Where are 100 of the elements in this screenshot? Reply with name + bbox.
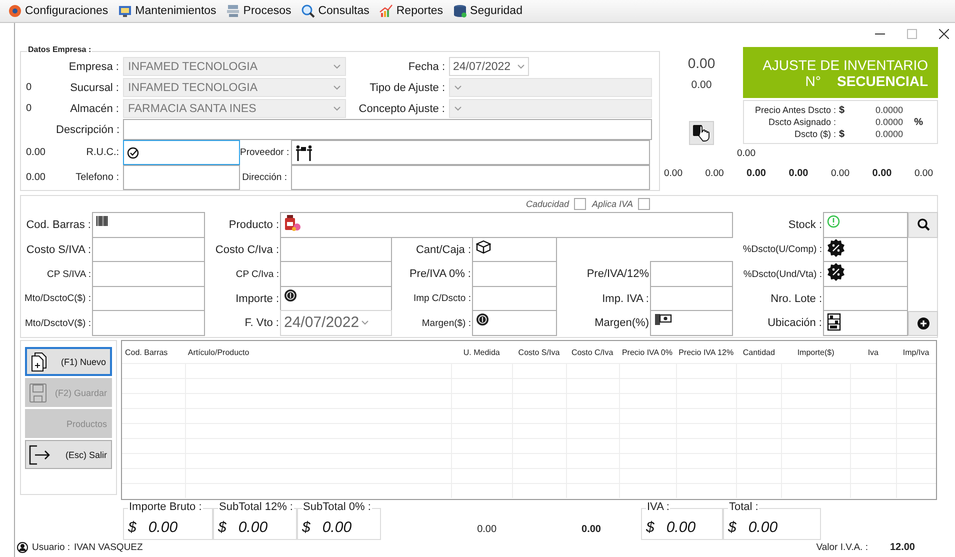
input-field[interactable] [472, 310, 557, 336]
field-label: Costo C/Iva : [214, 244, 280, 256]
input-field[interactable] [123, 140, 240, 165]
menu-item[interactable]: Reportes [379, 4, 444, 18]
input-field[interactable] [123, 165, 240, 190]
input-field[interactable] [280, 286, 392, 311]
field-label: F. Vto : [244, 317, 280, 330]
input-field[interactable] [650, 310, 733, 336]
total-value: 0.00 [705, 168, 724, 179]
menu-item[interactable]: Seguridad [453, 4, 522, 18]
add-button[interactable] [908, 311, 938, 336]
currency-symbol: $ [728, 519, 736, 536]
column-header[interactable]: Imp/Iva [896, 348, 936, 356]
number-label: N° [805, 72, 821, 88]
checkbox[interactable] [574, 198, 586, 210]
checkbox[interactable] [638, 198, 650, 210]
input-field[interactable] [823, 310, 908, 336]
input-field[interactable] [472, 286, 557, 311]
select-field[interactable] [449, 78, 652, 97]
sequence-value: SECUENCIAL [836, 72, 928, 88]
input-field[interactable] [92, 261, 205, 286]
input-field[interactable] [823, 236, 908, 262]
column-header[interactable]: Importe($) [781, 348, 850, 356]
maximize-icon[interactable] [907, 29, 917, 39]
menu-item[interactable]: Consultas [301, 4, 370, 18]
box-icon [476, 240, 491, 254]
input-field[interactable] [280, 236, 392, 262]
close-icon[interactable] [939, 29, 949, 39]
input-field[interactable] [280, 261, 392, 286]
column-header[interactable]: U. Medida [451, 348, 512, 356]
column-header[interactable]: Cod. Barras [122, 348, 185, 356]
cash-icon [654, 313, 672, 326]
total-value: 0.00 [872, 168, 892, 179]
field-label: Dirección : [241, 172, 288, 183]
barcode-icon [96, 215, 108, 227]
boxes-icon [226, 4, 240, 18]
subtotal-label: SubTotal 12% : [218, 501, 294, 513]
total-value: 0.00 [914, 168, 933, 179]
column-header[interactable]: Costo S/Iva [512, 348, 566, 356]
code-value: 0 [25, 103, 33, 114]
payment-button[interactable] [689, 121, 714, 145]
input-field[interactable] [472, 236, 557, 262]
total-value: 0.00 [831, 168, 850, 179]
column-header[interactable]: Artículo/Producto [184, 348, 452, 356]
menu-item[interactable]: Configuraciones [8, 4, 108, 18]
column-header[interactable]: Costo C/Iva [566, 348, 619, 356]
total-label: Total : [728, 501, 760, 513]
price-value: 0.0000 [874, 105, 903, 115]
total-value: 0.00 [582, 524, 601, 535]
input-field[interactable] [823, 286, 908, 311]
input-field[interactable] [823, 261, 908, 286]
exit-icon [29, 444, 51, 464]
input-field[interactable] [823, 212, 908, 238]
input-field[interactable] [92, 212, 205, 238]
total-value: 0.00 [746, 168, 766, 179]
input-field[interactable] [92, 286, 205, 311]
user-icon [17, 542, 28, 553]
total-amount: 0.00 [748, 519, 778, 536]
field-label: Telefono : [74, 172, 120, 183]
field-label: Sucursal : [69, 82, 120, 94]
input-field[interactable] [280, 212, 733, 238]
currency-symbol: $ [128, 519, 136, 536]
input-field[interactable] [291, 165, 650, 190]
field-label: Importe : [234, 292, 280, 305]
input-field[interactable] [92, 236, 205, 262]
input-field[interactable] [472, 261, 557, 286]
hand-cash-icon [692, 124, 712, 142]
amount-value: 0.00 [688, 55, 716, 71]
input-field[interactable] [650, 286, 733, 311]
select-field[interactable] [449, 99, 652, 118]
input-field[interactable] [291, 140, 650, 165]
input-field[interactable] [650, 261, 733, 286]
date-field[interactable]: 24/07/2022 [449, 57, 529, 76]
action-button[interactable]: (F1) Nuevo [25, 347, 112, 376]
column-header[interactable]: Cantidad [736, 348, 782, 356]
action-button[interactable]: (Esc) Salir [25, 440, 112, 469]
search-icon [916, 218, 930, 232]
input-field[interactable] [123, 119, 652, 140]
field-label: Descripción : [56, 124, 121, 136]
menu-item[interactable]: Procesos [226, 4, 292, 18]
checkbox-label: Aplica IVA [592, 198, 634, 208]
column-header[interactable]: Precio IVA 12% [676, 348, 736, 356]
field-label: Producto : [228, 219, 280, 232]
search-button[interactable] [908, 212, 938, 238]
price-label: Precio Antes Dscto : [754, 105, 837, 115]
date-field[interactable]: 24/07/2022 [280, 310, 392, 336]
code-value: 0.00 [25, 147, 46, 158]
field-label: Pre/IVA/12% [586, 268, 650, 280]
field-label: Fecha : [407, 60, 446, 72]
column-header[interactable]: Precio IVA 0% [618, 348, 676, 356]
field-label: %Dscto(U/Comp) : [742, 244, 823, 256]
gear-icon [8, 4, 22, 18]
field-label: Mto/DsctoC($) : [23, 293, 92, 304]
field-label: Nro. Lote : [770, 292, 823, 305]
column-header[interactable]: Iva [850, 348, 896, 356]
new-document-icon [30, 352, 48, 372]
code-value: 0.00 [25, 172, 46, 183]
menu-item[interactable]: Mantenimientos [118, 4, 216, 18]
input-field[interactable] [92, 310, 205, 336]
field-label: Costo S/IVA : [25, 244, 92, 256]
